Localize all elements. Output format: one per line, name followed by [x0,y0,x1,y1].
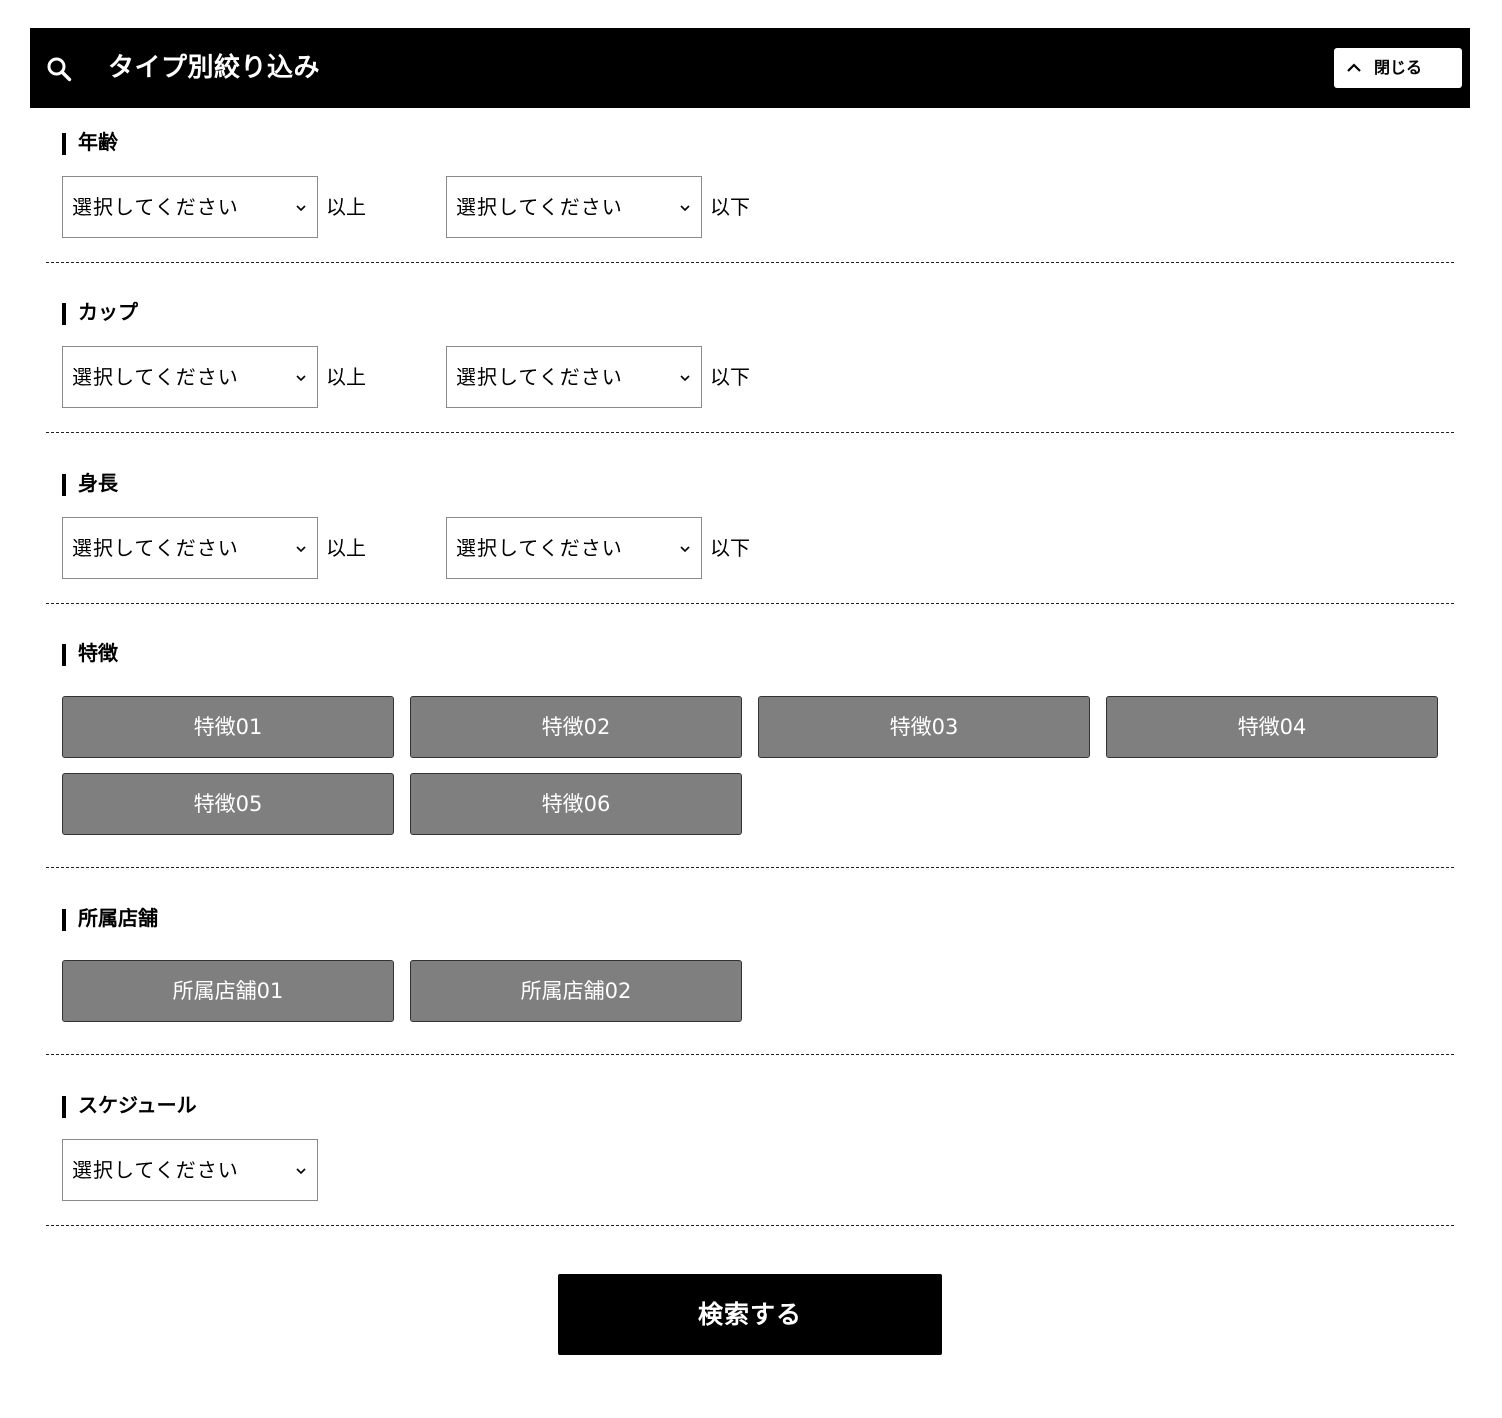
feature-button-02[interactable]: 特徴02 [410,696,742,758]
feature-button-01[interactable]: 特徴01 [62,696,394,758]
height-min-select[interactable]: 選択してください [62,517,318,579]
section-divider [46,603,1454,604]
age-min-select[interactable]: 選択してください [62,176,318,238]
range-min-suffix: 以上 [326,536,366,560]
section-divider [46,1054,1454,1055]
chevron-down-icon [680,375,690,382]
search-icon [47,57,72,82]
cup-max-select[interactable]: 選択してください [446,346,702,408]
search-submit-button[interactable]: 検索する [558,1274,942,1355]
store-button-02[interactable]: 所属店舗02 [410,960,742,1022]
cup-min-select[interactable]: 選択してください [62,346,318,408]
heading-bar [62,909,66,931]
section-label: 年齢 [78,130,118,154]
feature-button-06[interactable]: 特徴06 [410,773,742,835]
feature-button-04[interactable]: 特徴04 [1106,696,1438,758]
heading-bar [62,644,66,666]
section-heading-features: 特徴 [62,641,118,666]
section-label: 所属店舗 [78,906,158,930]
range-max-suffix: 以下 [710,365,750,389]
section-heading-stores: 所属店舗 [62,906,158,931]
chevron-down-icon [296,1168,306,1175]
section-heading-age: 年齢 [62,130,118,155]
select-value: 選択してください [72,1158,239,1182]
close-button-label: 閉じる [1374,58,1423,77]
select-value: 選択してください [456,365,623,389]
select-value: 選択してください [72,195,239,219]
select-value: 選択してください [456,536,623,560]
select-value: 選択してください [72,365,239,389]
heading-bar [62,303,66,325]
chevron-up-icon [1347,63,1361,72]
filter-panel-header: タイプ別絞り込み 閉じる [30,28,1470,108]
range-min-suffix: 以上 [326,195,366,219]
chevron-down-icon [296,546,306,553]
height-max-select[interactable]: 選択してください [446,517,702,579]
section-heading-height: 身長 [62,471,118,496]
chevron-down-icon [680,205,690,212]
section-divider [46,432,1454,433]
heading-bar [62,474,66,496]
store-button-01[interactable]: 所属店舗01 [62,960,394,1022]
section-heading-schedule: スケジュール [62,1093,197,1118]
feature-button-03[interactable]: 特徴03 [758,696,1090,758]
panel-title: タイプ別絞り込み [108,53,321,83]
close-button[interactable]: 閉じる [1334,48,1462,88]
range-max-suffix: 以下 [710,536,750,560]
range-max-suffix: 以下 [710,195,750,219]
select-value: 選択してください [456,195,623,219]
section-heading-cup: カップ [62,300,138,325]
chevron-down-icon [680,546,690,553]
age-max-select[interactable]: 選択してください [446,176,702,238]
section-divider [46,1225,1454,1226]
section-label: カップ [78,300,138,324]
section-label: 身長 [78,471,118,495]
schedule-select[interactable]: 選択してください [62,1139,318,1201]
section-divider [46,262,1454,263]
feature-button-05[interactable]: 特徴05 [62,773,394,835]
section-divider [46,867,1454,868]
chevron-down-icon [296,375,306,382]
range-min-suffix: 以上 [326,365,366,389]
select-value: 選択してください [72,536,239,560]
heading-bar [62,1096,66,1118]
heading-bar [62,133,66,155]
section-label: スケジュール [78,1093,197,1117]
chevron-down-icon [296,205,306,212]
section-label: 特徴 [78,641,118,665]
